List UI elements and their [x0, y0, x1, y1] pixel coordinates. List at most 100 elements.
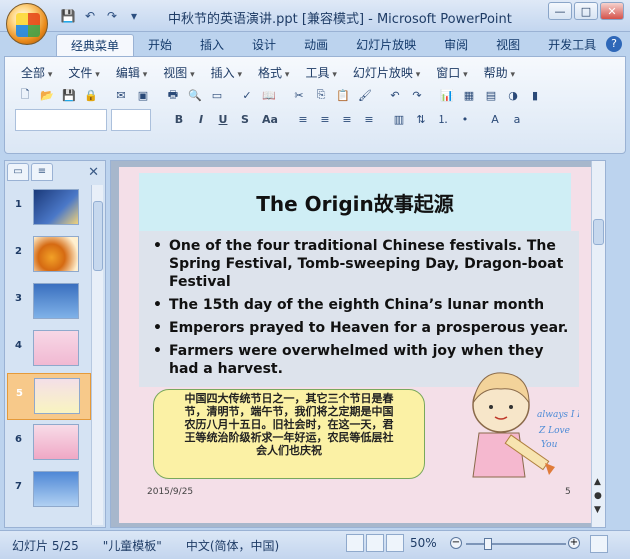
redo-icon[interactable]: ↷: [102, 6, 122, 26]
select-browse-icon[interactable]: ●: [594, 491, 602, 501]
zoom-out-icon[interactable]: −: [450, 537, 462, 549]
tab-view[interactable]: 视图: [482, 34, 534, 56]
tab-classic-menu[interactable]: 经典菜单: [56, 34, 135, 56]
print-preview-icon[interactable]: 🔍: [185, 85, 205, 105]
table-icon[interactable]: ▦: [459, 85, 479, 105]
change-case-button[interactable]: Aa: [257, 109, 283, 129]
pdf-icon[interactable]: ▣: [133, 85, 153, 105]
open-icon[interactable]: 📂: [37, 85, 57, 105]
maximize-button[interactable]: □: [574, 2, 598, 20]
close-button[interactable]: ✕: [600, 2, 624, 20]
paste-icon[interactable]: 📋: [333, 85, 353, 105]
justify-icon[interactable]: ≡: [359, 109, 379, 129]
zoom-slider-knob[interactable]: [484, 538, 492, 550]
decrease-font-icon[interactable]: a: [507, 109, 527, 129]
italic-button[interactable]: I: [191, 109, 211, 129]
grid-icon[interactable]: ▤: [481, 85, 501, 105]
menu-file[interactable]: 文件: [64, 63, 111, 83]
tab-review[interactable]: 审阅: [430, 34, 482, 56]
slides-tab[interactable]: ▭: [7, 163, 29, 181]
slide-scrollbar[interactable]: ▲ ● ▼: [591, 161, 605, 527]
customize-qat-icon[interactable]: ▾: [124, 6, 144, 26]
office-button[interactable]: [6, 3, 48, 45]
chinese-textbox[interactable]: 中国四大传统节日之一，其它三个节日是春节，清明节，端午节，我们将之定期是中国农历…: [153, 389, 425, 479]
redo-icon[interactable]: ↷: [407, 85, 427, 105]
align-right-icon[interactable]: ≡: [337, 109, 357, 129]
undo-icon[interactable]: ↶: [385, 85, 405, 105]
tab-developer[interactable]: 开发工具: [534, 34, 610, 56]
save-icon[interactable]: 💾: [59, 85, 79, 105]
minimize-button[interactable]: —: [548, 2, 572, 20]
menu-help[interactable]: 帮助: [480, 63, 527, 83]
close-panel-icon[interactable]: ✕: [88, 165, 99, 180]
thumbnail-4[interactable]: 4: [7, 326, 91, 373]
menu-insert[interactable]: 插入: [207, 63, 254, 83]
next-slide-icon[interactable]: ▼: [594, 505, 601, 515]
chart-icon[interactable]: 📊: [437, 85, 457, 105]
print-icon[interactable]: 🖶: [163, 85, 183, 105]
new-icon[interactable]: 🗋: [15, 85, 35, 105]
classic-menu-bar: 全部 文件 编辑 视图 插入 格式 工具 幻灯片放映 窗口 帮助: [17, 63, 527, 83]
increase-font-icon[interactable]: A: [485, 109, 505, 129]
tab-animation[interactable]: 动画: [290, 34, 342, 56]
thumbnail-image: [33, 283, 79, 319]
align-left-icon[interactable]: ≡: [293, 109, 313, 129]
format-painter-icon[interactable]: 🖌: [355, 85, 375, 105]
tab-home[interactable]: 开始: [134, 34, 186, 56]
slide-date: 2015/9/25: [147, 487, 194, 497]
bold-button[interactable]: B: [169, 109, 189, 129]
email-icon[interactable]: ✉: [111, 85, 131, 105]
save-icon[interactable]: 💾: [58, 6, 78, 26]
tab-slideshow[interactable]: 幻灯片放映: [342, 34, 430, 56]
zoom-in-icon[interactable]: +: [568, 537, 580, 549]
normal-view-button[interactable]: [346, 534, 364, 552]
copy-icon[interactable]: ⎘: [311, 85, 331, 105]
outline-tab[interactable]: ≡: [31, 163, 53, 181]
menu-tools[interactable]: 工具: [301, 63, 348, 83]
menu-format[interactable]: 格式: [254, 63, 301, 83]
fit-to-window-button[interactable]: [590, 535, 608, 553]
slide-canvas[interactable]: The Origin故事起源 One of the four tradition…: [119, 167, 599, 523]
svg-text:You: You: [541, 440, 558, 450]
undo-icon[interactable]: ↶: [80, 6, 100, 26]
menu-view[interactable]: 视图: [159, 63, 206, 83]
research-icon[interactable]: 📖: [259, 85, 279, 105]
slide-title[interactable]: The Origin故事起源: [139, 173, 571, 231]
tab-insert[interactable]: 插入: [186, 34, 238, 56]
cut-icon[interactable]: ✂: [289, 85, 309, 105]
previous-slide-icon[interactable]: ▲: [594, 477, 601, 487]
font-name-combo[interactable]: [15, 109, 107, 131]
thumbnail-5[interactable]: 5: [7, 373, 91, 420]
shadow-button[interactable]: S: [235, 109, 255, 129]
numbering-icon[interactable]: ⒈: [433, 109, 453, 129]
thumbnail-1[interactable]: 1: [7, 185, 91, 232]
menu-window[interactable]: 窗口: [432, 63, 479, 83]
menu-slideshow[interactable]: 幻灯片放映: [349, 63, 432, 83]
spelling-icon[interactable]: ✓: [237, 85, 257, 105]
font-size-combo[interactable]: [111, 109, 151, 131]
slideshow-button[interactable]: [386, 534, 404, 552]
columns-icon[interactable]: ▥: [389, 109, 409, 129]
zoom-level[interactable]: 50%: [410, 536, 437, 550]
align-center-icon[interactable]: ≡: [315, 109, 335, 129]
thumbnail-7[interactable]: 7: [7, 467, 91, 514]
menu-edit[interactable]: 编辑: [112, 63, 159, 83]
language-status[interactable]: 中文(简体，中国): [174, 537, 291, 554]
thumbnail-2[interactable]: 2: [7, 232, 91, 279]
zoom-slider[interactable]: − +: [450, 537, 580, 551]
menu-all[interactable]: 全部: [17, 63, 64, 83]
permission-icon[interactable]: 🔒: [81, 85, 101, 105]
more-icon[interactable]: ▮: [525, 85, 545, 105]
text-direction-icon[interactable]: ⇅: [411, 109, 431, 129]
thumbnail-scrollbar[interactable]: [91, 185, 103, 525]
slide-icon[interactable]: ▭: [207, 85, 227, 105]
help-icon[interactable]: ?: [606, 36, 622, 52]
svg-text:Z Love: Z Love: [538, 426, 570, 436]
tab-design[interactable]: 设计: [238, 34, 290, 56]
bullets-icon[interactable]: •: [455, 109, 475, 129]
slide-sorter-button[interactable]: [366, 534, 384, 552]
thumbnail-6[interactable]: 6: [7, 420, 91, 467]
thumbnail-3[interactable]: 3: [7, 279, 91, 326]
color-icon[interactable]: ◑: [503, 85, 523, 105]
underline-button[interactable]: U: [213, 109, 233, 129]
